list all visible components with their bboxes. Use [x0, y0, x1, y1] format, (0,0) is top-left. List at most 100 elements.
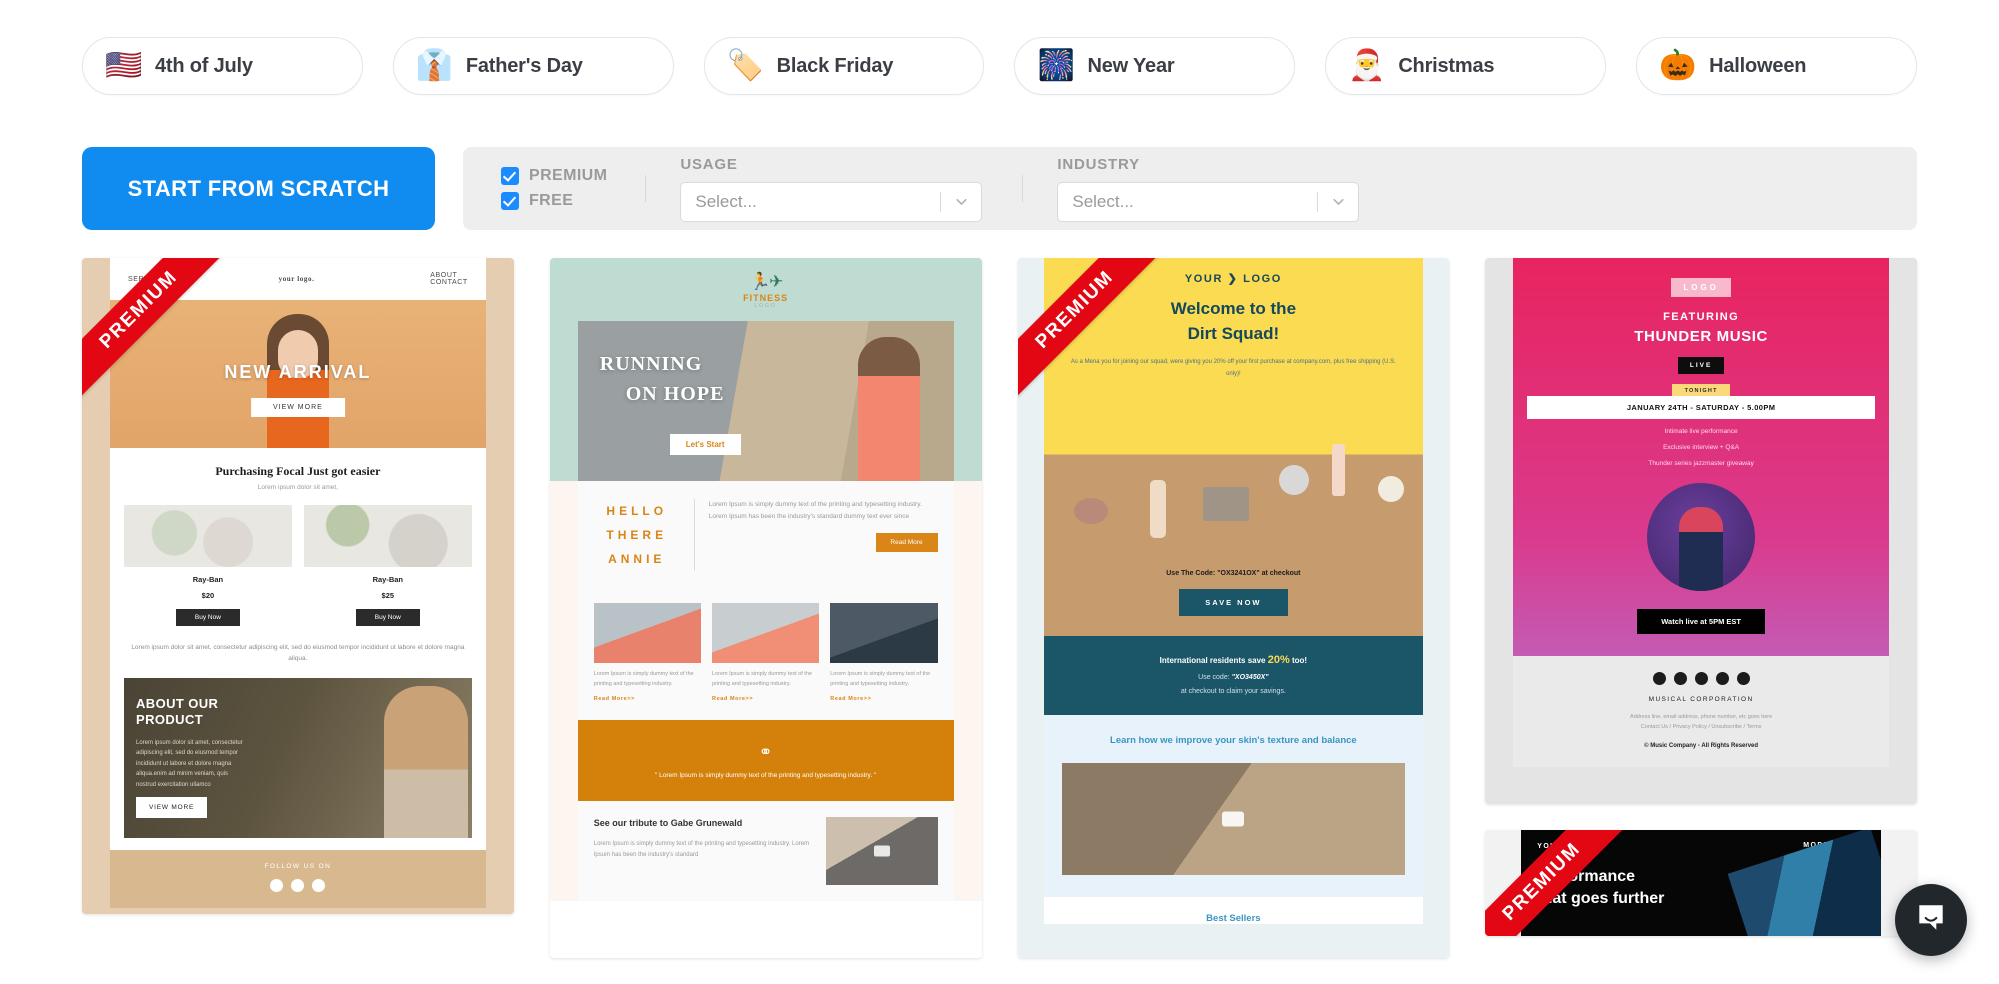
fitness-logo-text: FITNESS [743, 293, 789, 303]
hello-section: HELLO THERE ANNIE Lorem Ipsum is simply … [577, 481, 954, 589]
checkbox-free-box[interactable] [501, 192, 519, 210]
intl-line-2: Use code: "XO3450X" [1064, 674, 1404, 681]
social-icon-row [110, 879, 486, 893]
footer-links: Contact Us / Privacy Policy / Unsubscrib… [1640, 724, 1762, 731]
intl-percent: 20% [1267, 654, 1290, 667]
black-friday-icon: 🏷️ [726, 49, 765, 82]
product-price: $25 [381, 591, 395, 600]
copyright-text: © Music Company - All Rights Reserved [1644, 742, 1759, 749]
holiday-chip-halloween[interactable]: 🎃 Halloween [1636, 37, 1917, 95]
product-item: Ray-Ban $25 Buy Now [303, 505, 472, 626]
section-title: Purchasing Focal Just got easier [215, 464, 381, 478]
fireworks-icon: 🎆 [1037, 49, 1075, 82]
template-card-dirt-squad[interactable]: PREMIUM YOUR ❯ LOGO Welcome to the Dirt … [1017, 258, 1450, 958]
cosmetics-photo [1043, 386, 1424, 567]
live-badge: LIVE [1678, 357, 1725, 374]
usage-select[interactable]: Select... [680, 181, 983, 222]
tribute-title: See our tribute to Gabe Grunewald [593, 818, 743, 829]
chat-launcher-button[interactable] [1895, 884, 1967, 956]
holiday-chip-label: Black Friday [776, 54, 894, 77]
linkedin-icon [1694, 672, 1708, 685]
social-icon-row [1513, 672, 1889, 685]
hero-intro-text: As a Mena you for joining our squad, wer… [1070, 359, 1396, 377]
checkbox-free[interactable]: FREE [501, 192, 607, 210]
promo-code-text: Use The Code: "OX3241OX" at checkout [1043, 566, 1424, 590]
photo-object [1073, 497, 1108, 524]
holiday-chip-new-year[interactable]: 🎆 New Year [1014, 37, 1296, 95]
follow-us-text: FOLLOW US ON [264, 863, 332, 871]
man-in-suit-icon: 👔 [415, 49, 454, 82]
filter-panel: PREMIUM FREE USAGE Select... INDUSTRY Se… [463, 147, 1917, 230]
photo-object [1278, 465, 1309, 496]
industry-select[interactable]: Select... [1057, 181, 1360, 222]
santa-icon: 🎅 [1348, 49, 1386, 82]
industry-label: INDUSTRY [1057, 155, 1140, 173]
holiday-chip-black-friday[interactable]: 🏷️ Black Friday [703, 37, 985, 95]
tile-image [593, 603, 701, 663]
template-hero: NEW ARRIVAL VIEW MORE [110, 300, 486, 448]
section-subtitle: Lorem ipsum dolor sit amet, [257, 484, 338, 491]
checkbox-premium-box[interactable] [501, 167, 519, 185]
hello-body-text: Lorem Ipsum is simply dummy text of the … [708, 501, 922, 521]
template-column-2: 🏃✈ FITNESS LOGO RUNNING ON HOPE Let's St… [549, 258, 982, 958]
template-card-thunder-music[interactable]: LOGO FEATURING THUNDER MUSIC LIVE TONIGH… [1485, 258, 1917, 804]
artist-name: THUNDER MUSIC [1634, 328, 1768, 345]
template-hero: LOGO FEATURING THUNDER MUSIC LIVE TONIGH… [1513, 258, 1889, 656]
template-card-new-arrival[interactable]: PREMIUM SERVICE your logo. ABOUT CONTACT… [82, 258, 514, 914]
chevron-down-icon[interactable] [941, 193, 981, 210]
product-image [303, 505, 472, 567]
template-header: 🏃✈ FITNESS LOGO RUNNING ON HOPE Let's St… [549, 258, 982, 481]
usage-label: USAGE [680, 155, 738, 173]
hero-title-line1: Welcome to the [1170, 299, 1297, 318]
save-now-button: SAVE NOW [1179, 589, 1288, 617]
jack-o-lantern-icon: 🎃 [1659, 49, 1697, 82]
tile-image [712, 603, 820, 663]
hero-model-image [857, 337, 920, 481]
tile-image [830, 603, 938, 663]
template-column-4: LOGO FEATURING THUNDER MUSIC LIVE TONIGH… [1485, 258, 1917, 936]
tribute-text: Lorem Ipsum is simply dummy text of the … [593, 840, 810, 858]
watch-live-button: Watch live at 5PM EST [1637, 609, 1766, 634]
photo-object [1332, 443, 1346, 496]
template-card-performance[interactable]: PREMIUM YOUR ❯ LOGO MODEL NAME Performan… [1485, 830, 1917, 936]
youtube-icon [1736, 672, 1750, 685]
hello-body-block: Lorem Ipsum is simply dummy text of the … [708, 499, 938, 553]
tile-row: Lorem Ipsum is simply dummy text of the … [577, 589, 954, 720]
jump-rope-icon: ⚭ [758, 743, 773, 761]
hero-title-line1: RUNNING [599, 353, 703, 375]
holiday-chip-label: Christmas [1398, 54, 1495, 77]
template-card-fitness[interactable]: 🏃✈ FITNESS LOGO RUNNING ON HOPE Let's St… [549, 258, 982, 958]
event-date-line: JANUARY 24TH - SATURDAY - 5.00PM [1527, 396, 1875, 419]
tile-item: Lorem Ipsum is simply dummy text of the … [712, 603, 820, 702]
industry-field-group: INDUSTRY Select... [1023, 155, 1360, 222]
template-footer: FOLLOW US ON [110, 850, 486, 909]
best-sellers-title: Best Sellers [1043, 897, 1424, 925]
twitter-icon [312, 879, 326, 893]
international-banner: International residents save 20% too! Us… [1043, 636, 1424, 716]
holiday-chip-4th-of-july[interactable]: 🇺🇸 4th of July [82, 37, 363, 95]
checkbox-premium[interactable]: PREMIUM [501, 167, 607, 185]
holiday-chip-christmas[interactable]: 🎅 Christmas [1325, 37, 1607, 95]
about-section: ABOUT OUR PRODUCT Lorem ipsum dolor sit … [124, 678, 472, 839]
intl-line-2-pre: Use code: [1198, 674, 1232, 682]
hero-title-line2: Dirt Squad! [1187, 323, 1280, 343]
us-flag-icon: 🇺🇸 [105, 49, 143, 82]
product-image [124, 505, 292, 567]
start-from-scratch-button[interactable]: START FROM SCRATCH [82, 147, 435, 230]
template-body: Purchasing Focal Just got easier Lorem i… [110, 448, 486, 851]
hello-heading: HELLO THERE ANNIE [606, 504, 668, 566]
learn-section: Learn how we improve your skin's texture… [1043, 715, 1424, 898]
intl-line-3: at checkout to claim your savings. [1180, 688, 1286, 696]
tribute-text-block: See our tribute to Gabe Grunewald Lorem … [594, 817, 814, 885]
chevron-down-icon[interactable] [1318, 193, 1358, 210]
hero-title: RUNNING ON HOPE [600, 349, 725, 409]
product-name: Ray-Ban [372, 575, 404, 584]
tile-item: Lorem Ipsum is simply dummy text of the … [830, 603, 938, 702]
template-column-1: PREMIUM SERVICE your logo. ABOUT CONTACT… [82, 258, 514, 914]
template-logo: your logo. [278, 275, 315, 283]
product-price: $20 [201, 591, 215, 600]
tribute-video-thumbnail [825, 817, 938, 886]
holiday-chip-fathers-day[interactable]: 👔 Father's Day [392, 37, 674, 95]
hero-view-more-button: VIEW MORE [250, 398, 345, 417]
about-title: ABOUT OUR PRODUCT [136, 696, 219, 728]
